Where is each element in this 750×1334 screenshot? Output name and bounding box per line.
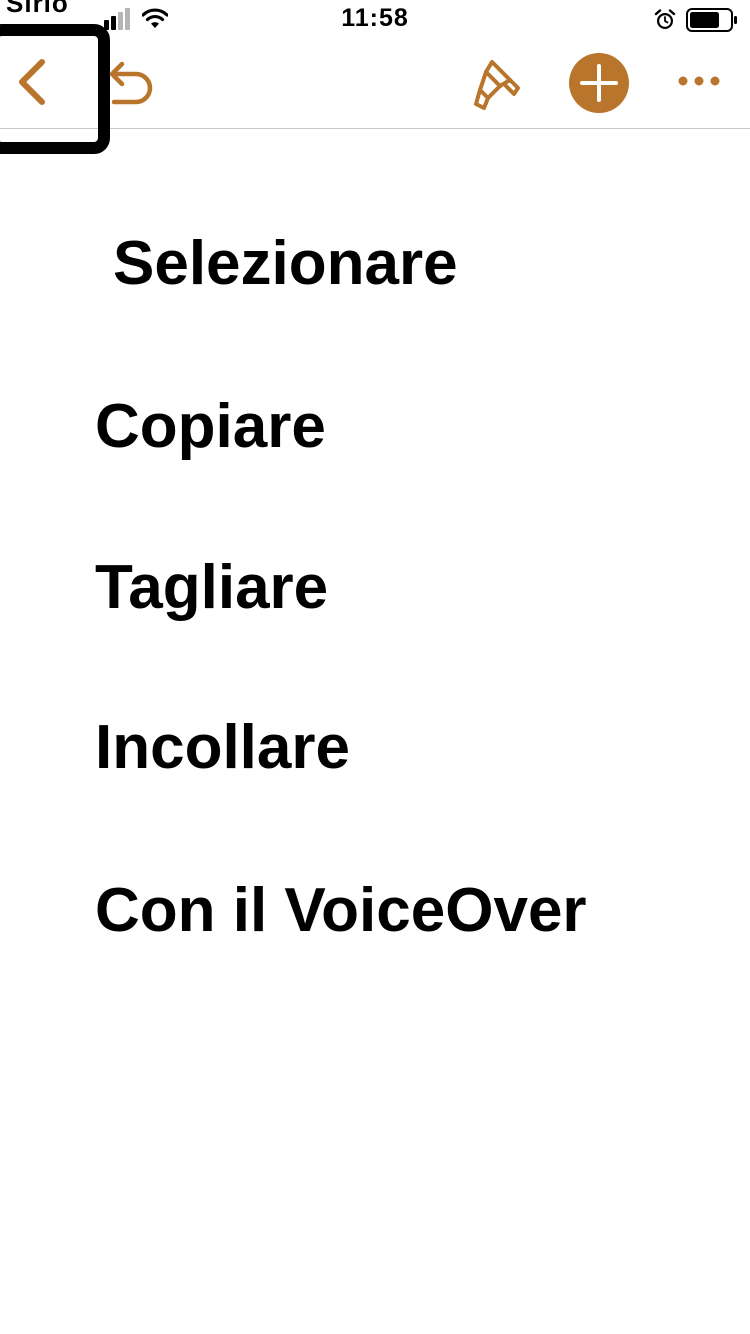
screen: Sirio 11:58 Selezionare Copiare Tagliare… [0, 0, 750, 1334]
battery-icon [686, 8, 737, 32]
back-icon[interactable] [8, 52, 56, 112]
list-item[interactable]: Tagliare [95, 553, 328, 623]
status-bar: Sirio 11:58 [0, 0, 750, 40]
toolbar [0, 24, 750, 154]
alarm-icon [654, 9, 676, 29]
more-icon[interactable] [674, 66, 724, 96]
undo-icon[interactable] [104, 58, 160, 110]
paintbrush-icon[interactable] [470, 54, 526, 114]
list-item[interactable]: Selezionare [113, 229, 458, 299]
clock: 11:58 [341, 4, 409, 32]
list-item[interactable]: Copiare [95, 392, 326, 462]
list-item[interactable]: Incollare [95, 713, 350, 783]
plus-icon[interactable] [568, 52, 630, 114]
list-item[interactable]: Con il VoiceOver [95, 876, 587, 946]
